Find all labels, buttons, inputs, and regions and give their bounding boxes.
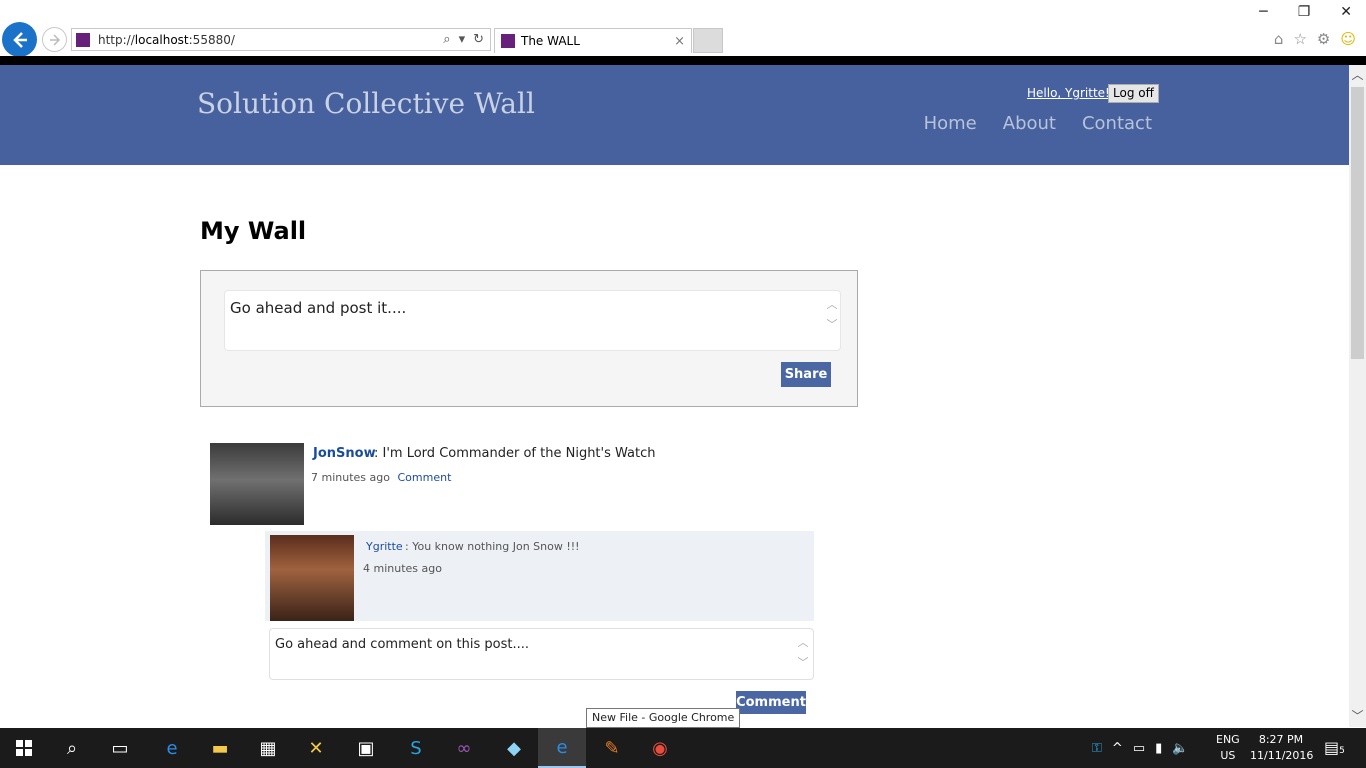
gear-icon[interactable]: ⚙	[1317, 30, 1330, 48]
file-explorer-icon[interactable]: ▬	[196, 728, 244, 768]
nav-home[interactable]: Home	[924, 113, 977, 134]
scrollbar-thumb[interactable]	[1351, 87, 1364, 359]
internet-explorer-icon[interactable]: e	[538, 728, 586, 768]
arrow-left-icon	[12, 31, 27, 48]
top-divider	[0, 56, 1366, 65]
post-timestamp: 7 minutes ago	[311, 471, 390, 484]
dropdown-icon[interactable]: ▾	[459, 32, 466, 47]
comment-input-scroll-arrows[interactable]: ︿ ﹀	[797, 633, 809, 673]
feedback-smiley-icon[interactable]: ☺	[1340, 30, 1356, 48]
paint-icon[interactable]: ✎	[588, 728, 636, 768]
comment-timestamp: 4 minutes ago	[363, 562, 442, 575]
favorites-star-icon[interactable]: ☆	[1293, 30, 1306, 48]
nav-about[interactable]: About	[1003, 113, 1056, 134]
avatar	[210, 443, 304, 525]
forward-button[interactable]	[42, 27, 67, 52]
post-input-scroll-arrows[interactable]: ︿ ﹀	[826, 295, 838, 335]
command-prompt-icon[interactable]: ▣	[342, 728, 390, 768]
task-view-icon[interactable]: ▭	[96, 728, 144, 768]
chevron-up-icon[interactable]: ^	[1112, 741, 1123, 756]
comment-input[interactable]: Go ahead and comment on this post....	[269, 628, 814, 680]
scroll-up-icon[interactable]: ︿	[1349, 67, 1366, 84]
chrome-icon[interactable]: ◉	[636, 728, 684, 768]
share-button[interactable]: Share	[781, 362, 831, 387]
comment-button[interactable]: Comment	[736, 691, 806, 714]
language-indicator[interactable]: ENG US	[1216, 732, 1240, 764]
taskbar-tooltip: New File - Google Chrome	[586, 708, 741, 728]
main-nav: Home About Contact	[924, 113, 1152, 134]
comment-text: : You know nothing Jon Snow !!!	[405, 540, 580, 553]
back-button[interactable]	[2, 22, 37, 57]
windows-taskbar: ⌕ ▭ e ▬ ▦ ✕ ▣ S ∞ ◆ e ✎ ◉ ⚿ ^ ▭ ▮ 🔈 ENG …	[0, 728, 1366, 768]
tab-close-icon[interactable]: ×	[674, 34, 685, 49]
system-tray: ⚿ ^ ▭ ▮ 🔈	[1092, 728, 1188, 768]
search-icon[interactable]: ⌕	[443, 32, 450, 47]
close-button[interactable]: ✕	[1340, 4, 1352, 20]
tab-the-wall[interactable]: The WALL ×	[494, 28, 692, 53]
edge-icon[interactable]: e	[148, 728, 196, 768]
notes-app-icon[interactable]: ◆	[490, 728, 538, 768]
store-icon[interactable]: ▦	[244, 728, 292, 768]
site-brand[interactable]: Solution Collective Wall	[197, 87, 535, 120]
network-icon[interactable]: ▭	[1133, 741, 1145, 756]
volume-icon[interactable]: 🔈	[1172, 741, 1188, 756]
scroll-down-icon[interactable]: ﹀	[1349, 708, 1366, 725]
comment-author-link[interactable]: Ygritte	[366, 540, 403, 553]
home-icon[interactable]: ⌂	[1274, 30, 1284, 48]
refresh-icon[interactable]: ↻	[473, 32, 484, 47]
page-viewport: Solution Collective Wall Hello, Ygritte!…	[0, 65, 1349, 727]
browser-toolbar: http://localhost:55880/ ⌕ ▾ ↻ The WALL ×…	[0, 0, 1366, 57]
post-author-link[interactable]: JonSnow	[313, 446, 376, 461]
post-input[interactable]: Go ahead and post it....	[224, 290, 841, 351]
start-button[interactable]	[0, 728, 48, 768]
new-post-panel: Go ahead and post it.... ︿ ﹀ Share	[200, 270, 858, 407]
page-title: My Wall	[200, 217, 307, 245]
search-icon[interactable]: ⌕	[48, 728, 96, 768]
action-center-icon[interactable]: ▤5	[1324, 738, 1345, 757]
skype-icon[interactable]: S	[392, 728, 440, 768]
post-text: : I'm Lord Commander of the Night's Watc…	[374, 446, 656, 461]
page-scrollbar[interactable]: ︿ ﹀	[1349, 65, 1366, 727]
comment-item: Ygritte : You know nothing Jon Snow !!! …	[265, 531, 814, 621]
comment-link[interactable]: Comment	[397, 471, 451, 484]
visual-studio-icon[interactable]: ∞	[440, 728, 488, 768]
new-tab-button[interactable]	[693, 28, 723, 53]
windows-logo-icon	[16, 740, 32, 756]
site-header: Solution Collective Wall Hello, Ygritte!…	[0, 65, 1349, 165]
tools-icon[interactable]: ✕	[292, 728, 340, 768]
restore-button[interactable]: ❐	[1298, 4, 1311, 20]
minimize-button[interactable]: ─	[1259, 4, 1267, 20]
greeting-link[interactable]: Hello, Ygritte!	[1027, 86, 1110, 100]
visual-studio-site-icon	[76, 32, 90, 47]
wall-post: JonSnow : I'm Lord Commander of the Nigh…	[210, 443, 814, 525]
battery-icon[interactable]: ▮	[1155, 741, 1162, 756]
network-key-icon[interactable]: ⚿	[1092, 741, 1102, 756]
post-meta: 7 minutes ago Comment	[311, 471, 451, 484]
visual-studio-site-icon	[501, 34, 515, 48]
arrow-right-icon	[49, 33, 60, 46]
url-text[interactable]: http://localhost:55880/	[98, 33, 443, 47]
clock[interactable]: 8:27 PM 11/11/2016	[1250, 732, 1313, 764]
nav-contact[interactable]: Contact	[1082, 113, 1152, 134]
logoff-button[interactable]: Log off	[1108, 84, 1159, 103]
address-bar[interactable]: http://localhost:55880/ ⌕ ▾ ↻	[71, 28, 491, 51]
tab-title: The WALL	[521, 34, 580, 48]
avatar	[270, 535, 354, 621]
